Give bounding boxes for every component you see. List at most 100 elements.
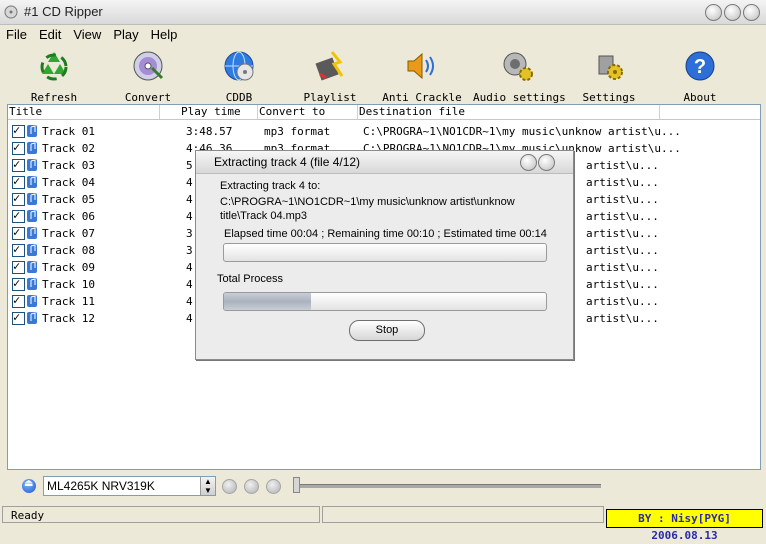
track-destination: C:\PROGRA~1\NO1CDR~1\my music\unknow art… — [363, 125, 681, 138]
convert-label: Convert — [124, 91, 172, 104]
track-checkbox[interactable] — [12, 259, 25, 274]
column-convert-to[interactable]: Convert to — [258, 105, 358, 119]
track-destination: artist\u... — [586, 159, 659, 172]
track-checkbox[interactable] — [12, 191, 25, 206]
seek-handle[interactable] — [293, 477, 300, 493]
track-destination: artist\u... — [586, 295, 659, 308]
music-note-icon — [27, 244, 37, 256]
gear-icon — [598, 55, 623, 80]
maximize-button[interactable] — [724, 4, 741, 21]
track-time: 4 — [186, 210, 193, 223]
seek-track[interactable] — [293, 484, 601, 488]
playlist-icon — [315, 51, 344, 81]
menu-play[interactable]: Play — [107, 25, 144, 45]
track-destination: artist\u... — [586, 261, 659, 274]
settings-label: Settings — [582, 91, 636, 104]
music-note-icon — [27, 295, 37, 307]
status-segment-main: Ready — [2, 506, 320, 523]
play-icon[interactable] — [222, 479, 237, 494]
track-checkbox[interactable] — [12, 225, 25, 240]
menu-edit[interactable]: Edit — [33, 25, 67, 45]
title-bar[interactable]: #1 CD Ripper — [0, 0, 766, 25]
extract-path-line2: title\Track 04.mp3 — [220, 210, 308, 222]
speaker-gear-icon — [503, 52, 533, 81]
track-time: 4 — [186, 176, 193, 189]
menu-help[interactable]: Help — [145, 25, 184, 45]
track-time: 4 — [186, 261, 193, 274]
stop-icon[interactable] — [244, 479, 259, 494]
track-title: Track 04 — [42, 176, 95, 189]
track-time: 3 — [186, 244, 193, 257]
track-checkbox[interactable] — [12, 174, 25, 189]
track-destination: artist\u... — [586, 176, 659, 189]
column-title[interactable]: Title — [8, 105, 160, 119]
pause-icon[interactable] — [266, 479, 281, 494]
total-process-label: Total Process — [217, 273, 284, 285]
cddb-button[interactable]: CDDB — [194, 46, 284, 104]
track-destination: artist\u... — [586, 193, 659, 206]
settings-button[interactable]: Settings — [564, 46, 654, 104]
column-play-time[interactable]: Play time — [180, 105, 258, 119]
music-note-icon — [27, 278, 37, 290]
about-button[interactable]: ? About — [655, 46, 745, 104]
track-title: Track 12 — [42, 312, 95, 325]
track-time: 4 — [186, 278, 193, 291]
extract-label: Extracting track 4 to: — [220, 180, 321, 192]
timing-text: Elapsed time 00:04 ; Remaining time 00:1… — [224, 228, 547, 240]
track-title: Track 01 — [42, 125, 95, 138]
track-title: Track 07 — [42, 227, 95, 240]
total-progress-bar — [223, 292, 547, 311]
track-destination: artist\u... — [586, 210, 659, 223]
music-note-icon — [27, 227, 37, 239]
dialog-minimize-button[interactable] — [520, 154, 537, 171]
anti-crackle-button[interactable]: Anti Crackle — [377, 46, 467, 104]
music-note-icon — [27, 125, 37, 137]
stop-button[interactable]: Stop — [349, 320, 425, 341]
menu-view[interactable]: View — [67, 25, 107, 45]
window-title: #1 CD Ripper — [24, 4, 103, 19]
track-destination: artist\u... — [586, 244, 659, 257]
track-checkbox[interactable] — [12, 276, 25, 291]
drive-spin-icon[interactable]: ▲ ▼ — [200, 477, 215, 495]
track-format: mp3 format — [264, 125, 331, 138]
audio-settings-button[interactable]: Audio settings — [473, 46, 566, 104]
dialog-close-button[interactable] — [538, 154, 555, 171]
status-text: Ready — [11, 509, 45, 522]
track-title: Track 09 — [42, 261, 95, 274]
audio-settings-label: Audio settings — [473, 91, 566, 104]
music-note-icon — [27, 261, 37, 273]
author-badge: BY : Nisy[PYG] 2006.08.13 — [606, 509, 763, 542]
track-checkbox[interactable] — [12, 140, 25, 155]
track-checkbox[interactable] — [12, 208, 25, 223]
track-checkbox[interactable] — [12, 123, 25, 138]
list-header: Title Play time Convert to Destination f… — [8, 105, 760, 120]
dialog-title: Extracting track 4 (file 4/12) — [214, 155, 361, 169]
eject-icon[interactable] — [22, 478, 36, 493]
column-destination[interactable]: Destination file — [358, 105, 660, 119]
music-note-icon — [27, 312, 37, 324]
track-time: 4 — [186, 193, 193, 206]
playlist-label: Playlist — [303, 91, 357, 104]
minimize-button[interactable] — [705, 4, 722, 21]
drive-select[interactable]: ML4265K NRV319K ▲ ▼ — [43, 476, 216, 496]
playlist-button[interactable]: Playlist — [285, 46, 375, 104]
track-row[interactable]: Track 01 3:48.57 mp3 format C:\PROGRA~1\NO1… — [8, 123, 760, 140]
music-note-icon — [27, 142, 37, 154]
cddb-label: CDDB — [225, 91, 253, 104]
track-checkbox[interactable] — [12, 310, 25, 325]
track-destination: artist\u... — [586, 312, 659, 325]
track-checkbox[interactable] — [12, 293, 25, 308]
total-progress-fill — [224, 293, 311, 310]
convert-button[interactable]: Convert — [103, 46, 193, 104]
track-checkbox[interactable] — [12, 242, 25, 257]
close-button[interactable] — [743, 4, 760, 21]
track-title: Track 03 — [42, 159, 95, 172]
menu-file[interactable]: File — [0, 25, 33, 45]
dialog-title-bar[interactable]: Extracting track 4 (file 4/12) — [196, 151, 573, 174]
refresh-button[interactable]: Refresh — [9, 46, 99, 104]
track-time: 4 — [186, 295, 193, 308]
music-note-icon — [27, 159, 37, 171]
track-checkbox[interactable] — [12, 157, 25, 172]
drive-value: ML4265K NRV319K — [47, 479, 155, 493]
extract-path-line1: C:\PROGRA~1\NO1CDR~1\my music\unknow art… — [220, 196, 515, 208]
